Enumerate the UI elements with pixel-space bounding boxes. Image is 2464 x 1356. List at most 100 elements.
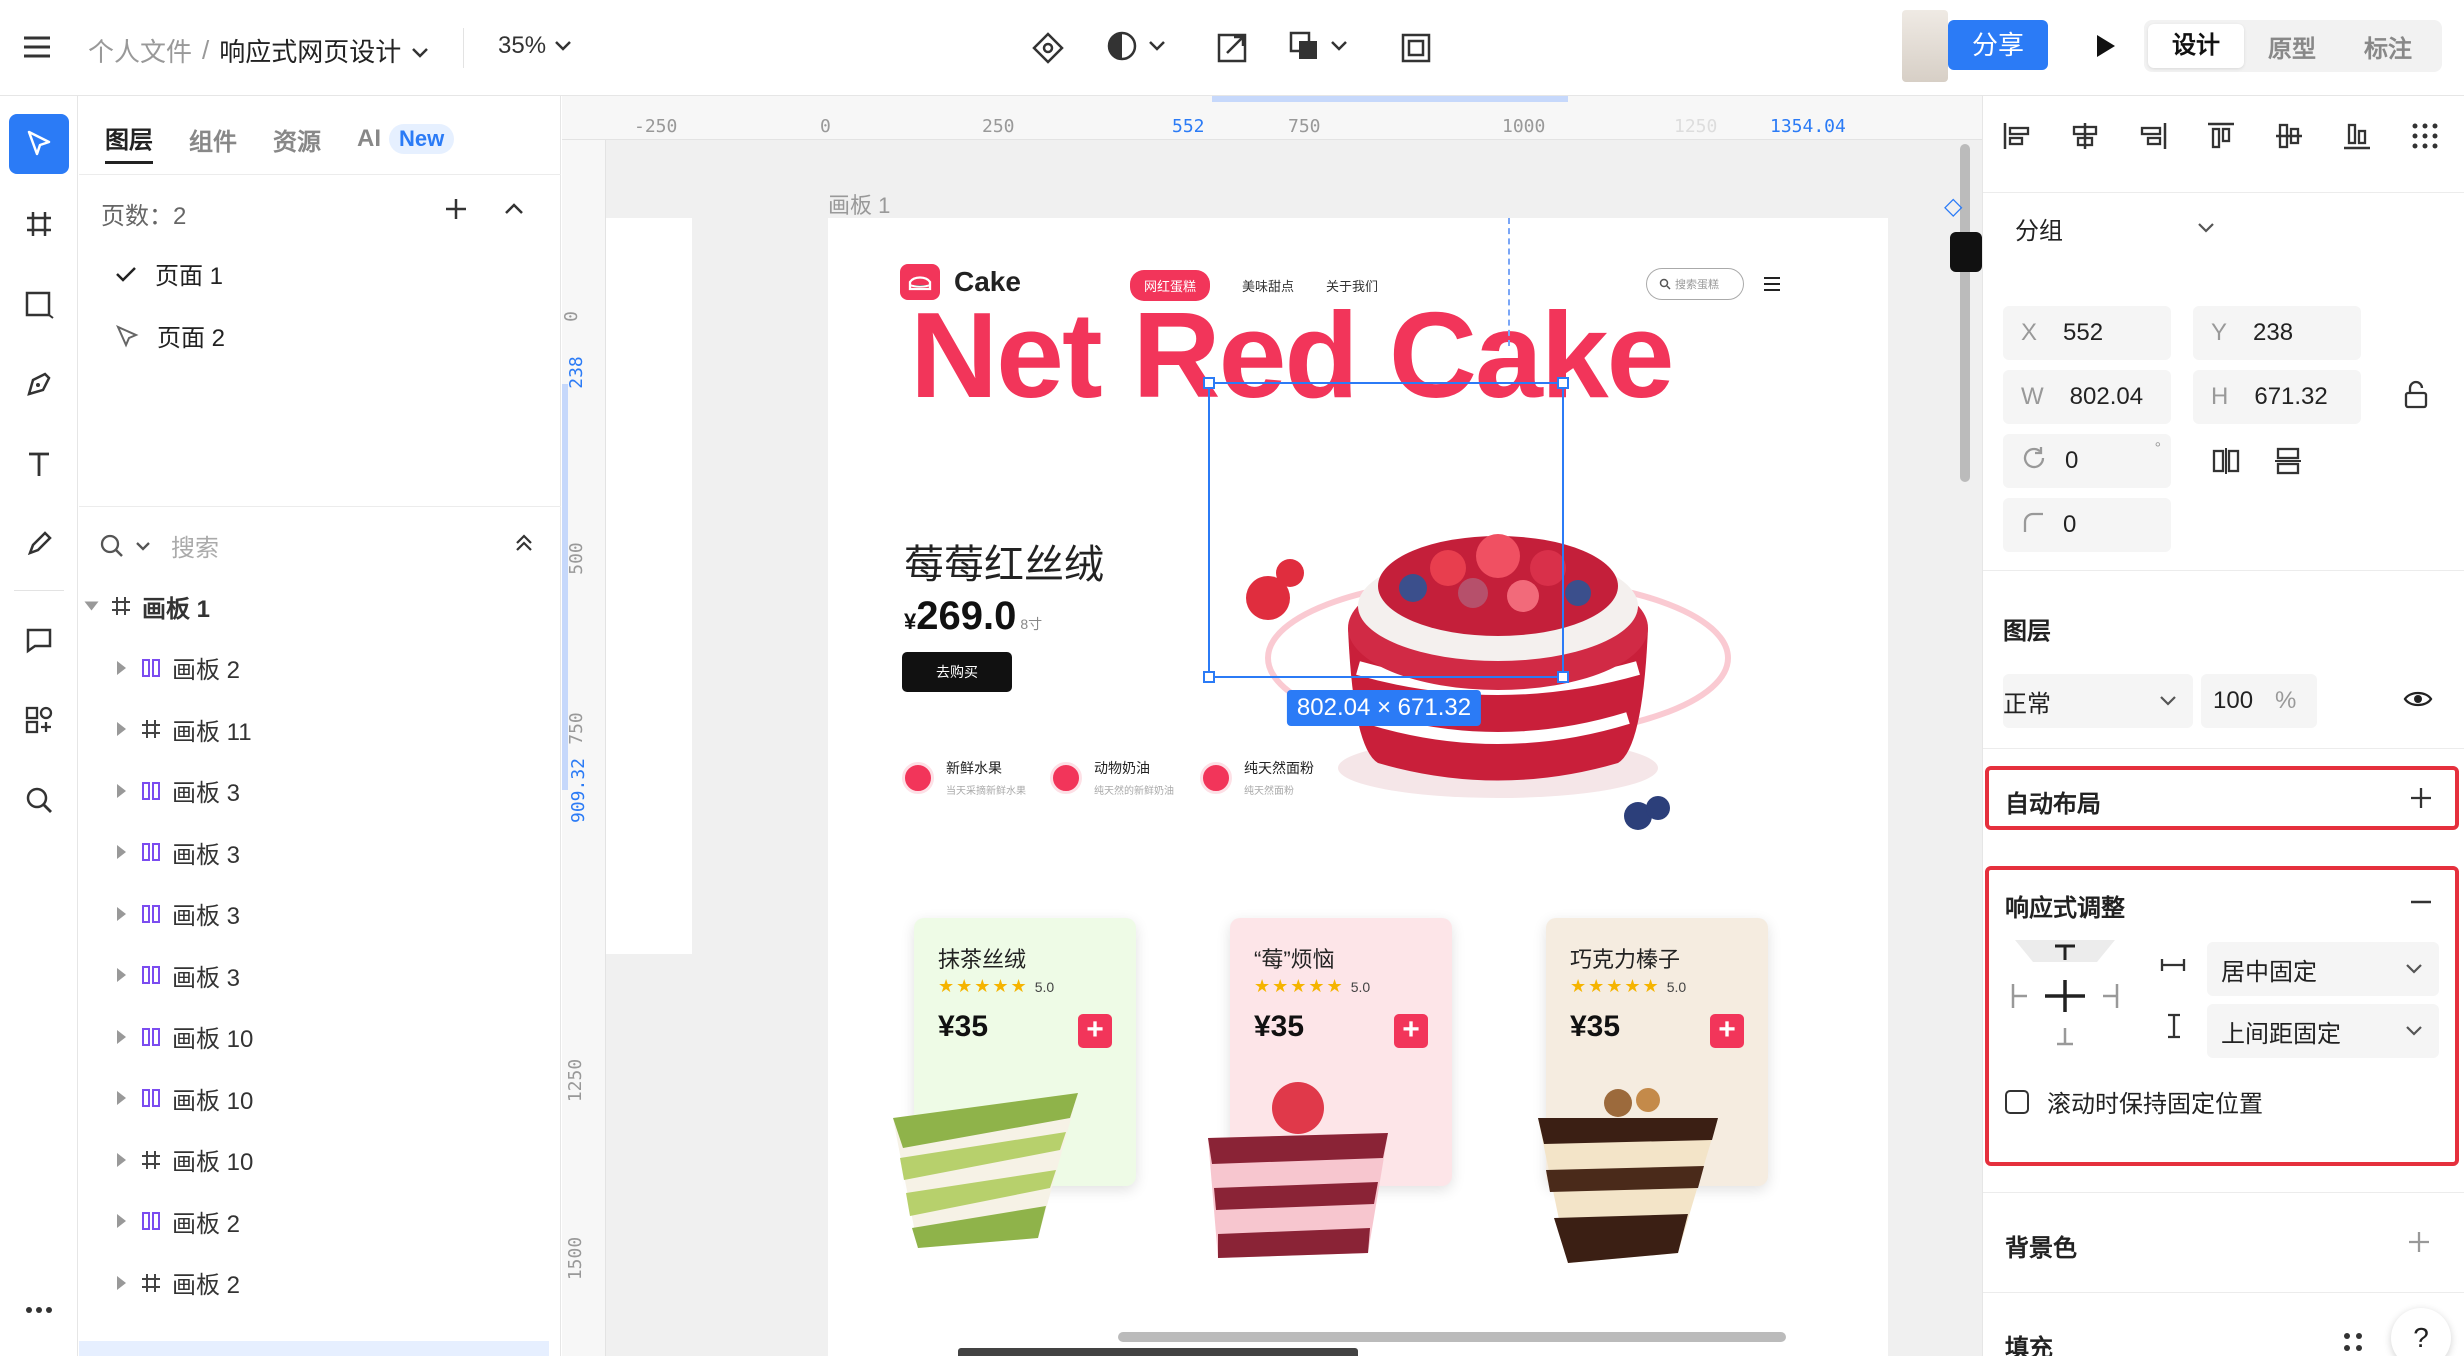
resize-handle[interactable] [1203,671,1215,683]
resize-handle[interactable] [1203,377,1215,389]
breadcrumb-root[interactable]: 个人文件 [88,32,192,69]
buy-button[interactable]: 去购买 [902,652,1012,692]
menu-icon[interactable] [1762,276,1782,297]
collapse-section-icon[interactable] [2409,890,2433,919]
align-bottom-icon[interactable] [2341,120,2373,157]
horizontal-constraint-select[interactable]: 居中固定 [2207,942,2439,996]
group-type-select[interactable]: 分组 [2003,200,2233,256]
file-name[interactable]: 响应式网页设计 [219,32,401,69]
frame-icon[interactable] [1398,30,1434,66]
more-tool[interactable] [9,1280,69,1340]
visibility-eye-icon[interactable] [2403,688,2433,715]
layer-item[interactable]: 画板 3 [79,882,561,946]
tab-layers[interactable]: 图层 [105,120,153,164]
collapsed-caret-icon[interactable] [117,1091,126,1105]
pencil-tool[interactable] [9,514,69,574]
add-page-icon[interactable] [441,194,471,224]
collapsed-caret-icon[interactable] [117,906,126,921]
layer-search[interactable]: 搜索 [99,528,219,563]
collapsed-caret-icon[interactable] [117,1275,126,1290]
add-to-cart-button[interactable]: + [1710,1014,1744,1048]
flip-vertical-icon[interactable] [2273,446,2303,481]
search-tool[interactable] [9,770,69,830]
layer-item[interactable]: 画板 10 [79,1066,561,1130]
opacity-field[interactable]: 100 % [2201,674,2317,728]
add-to-cart-button[interactable]: + [1078,1014,1112,1048]
rectangle-tool[interactable] [9,274,69,334]
layer-item[interactable]: 画板 2 [79,1251,561,1315]
layer-item[interactable]: 画板 2 [79,636,561,700]
horizontal-scrollbar[interactable] [1118,1332,1786,1342]
collapsed-caret-icon[interactable] [117,1029,126,1044]
align-center-h-icon[interactable] [2069,120,2101,157]
mode-design-tab[interactable]: 设计 [2148,24,2244,68]
tab-assets[interactable]: 资源 [273,122,321,163]
chevron-down-icon[interactable] [411,35,429,66]
align-center-v-icon[interactable] [2273,120,2305,157]
comment-tool[interactable] [9,610,69,670]
layer-item[interactable]: 画板 3 [79,759,561,823]
resize-handle[interactable] [1557,671,1569,683]
lock-ratio-icon[interactable] [2403,380,2429,415]
layer-item[interactable]: 画板 3 [79,943,561,1007]
mode-annotation-tab[interactable]: 标注 [2340,29,2436,64]
layer-item[interactable]: 画板 3 [79,820,561,884]
collapsed-caret-icon[interactable] [117,660,126,675]
tab-components[interactable]: 组件 [189,122,237,163]
collapsed-caret-icon[interactable] [117,1152,126,1167]
pen-tool[interactable] [9,354,69,414]
align-top-icon[interactable] [2205,120,2237,157]
fixed-scroll-option[interactable]: 滚动时保持固定位置 [2005,1084,2263,1119]
neighbor-artboard[interactable] [606,218,692,954]
layer-item[interactable]: 画板 1 [79,574,561,638]
vertical-constraint-select[interactable]: 上间距固定 [2207,1004,2439,1058]
menu-icon[interactable] [20,30,54,64]
h-field[interactable]: H 671.32 [2193,370,2361,424]
collapse-all-icon[interactable] [509,528,539,558]
fill-styles-icon[interactable] [2341,1330,2365,1356]
collapsed-caret-icon[interactable] [117,968,126,982]
layer-item[interactable]: 画板 10 [79,1128,561,1192]
page-item-2[interactable]: 页面 2 [115,318,225,353]
fixed-scroll-checkbox[interactable] [2005,1089,2029,1114]
page-item-1[interactable]: 页面 1 [115,256,223,291]
canvas[interactable]: -250 0 250 552 750 1000 1250 1354.04 0 2… [562,96,1982,1356]
layer-item[interactable]: 画板 2 [79,1189,561,1253]
play-icon[interactable] [2088,28,2124,64]
collapsed-caret-icon[interactable] [117,1214,126,1228]
add-to-cart-button[interactable]: + [1394,1014,1428,1048]
canvas-side-widget[interactable] [1950,232,1982,272]
radius-field[interactable]: 0 [2003,498,2171,552]
combine-tool[interactable] [1288,30,1348,62]
collapsed-caret-icon[interactable] [117,783,126,798]
move-tool[interactable] [9,114,69,174]
x-field[interactable]: X 552 [2003,306,2171,360]
collapsed-caret-icon[interactable] [117,845,126,859]
add-background-icon[interactable] [2407,1230,2431,1259]
distribute-icon[interactable] [2409,120,2441,157]
mode-prototype-tab[interactable]: 原型 [2244,29,2340,64]
zoom-select[interactable]: 35% [498,32,572,60]
add-auto-layout-icon[interactable] [2409,786,2433,815]
text-tool[interactable] [9,434,69,494]
component-icon[interactable] [1030,30,1066,66]
auto-layout-section[interactable]: 自动布局 [1985,766,2459,830]
share-button[interactable]: 分享 [1948,20,2048,70]
selection-box[interactable] [1203,377,1569,683]
w-field[interactable]: W 802.04 [2003,370,2171,424]
align-left-icon[interactable] [2001,120,2033,157]
expanded-caret-icon[interactable] [84,601,99,611]
frame-tool[interactable] [9,194,69,254]
blend-mode-select[interactable]: 正常 [2003,674,2193,728]
artboard-label[interactable]: 画板 1 [828,188,890,220]
y-field[interactable]: Y 238 [2193,306,2361,360]
avatar[interactable] [1902,10,1948,82]
plugins-tool[interactable] [9,690,69,750]
resize-handle[interactable] [1557,377,1569,389]
layer-item[interactable]: 画板 10 [79,1005,561,1069]
rotation-field[interactable]: 0 ° [2003,434,2171,488]
constraint-widget[interactable] [2005,934,2125,1054]
mask-tool[interactable] [1106,30,1166,62]
help-button[interactable]: ? [2391,1308,2451,1356]
collapsed-caret-icon[interactable] [117,722,126,736]
